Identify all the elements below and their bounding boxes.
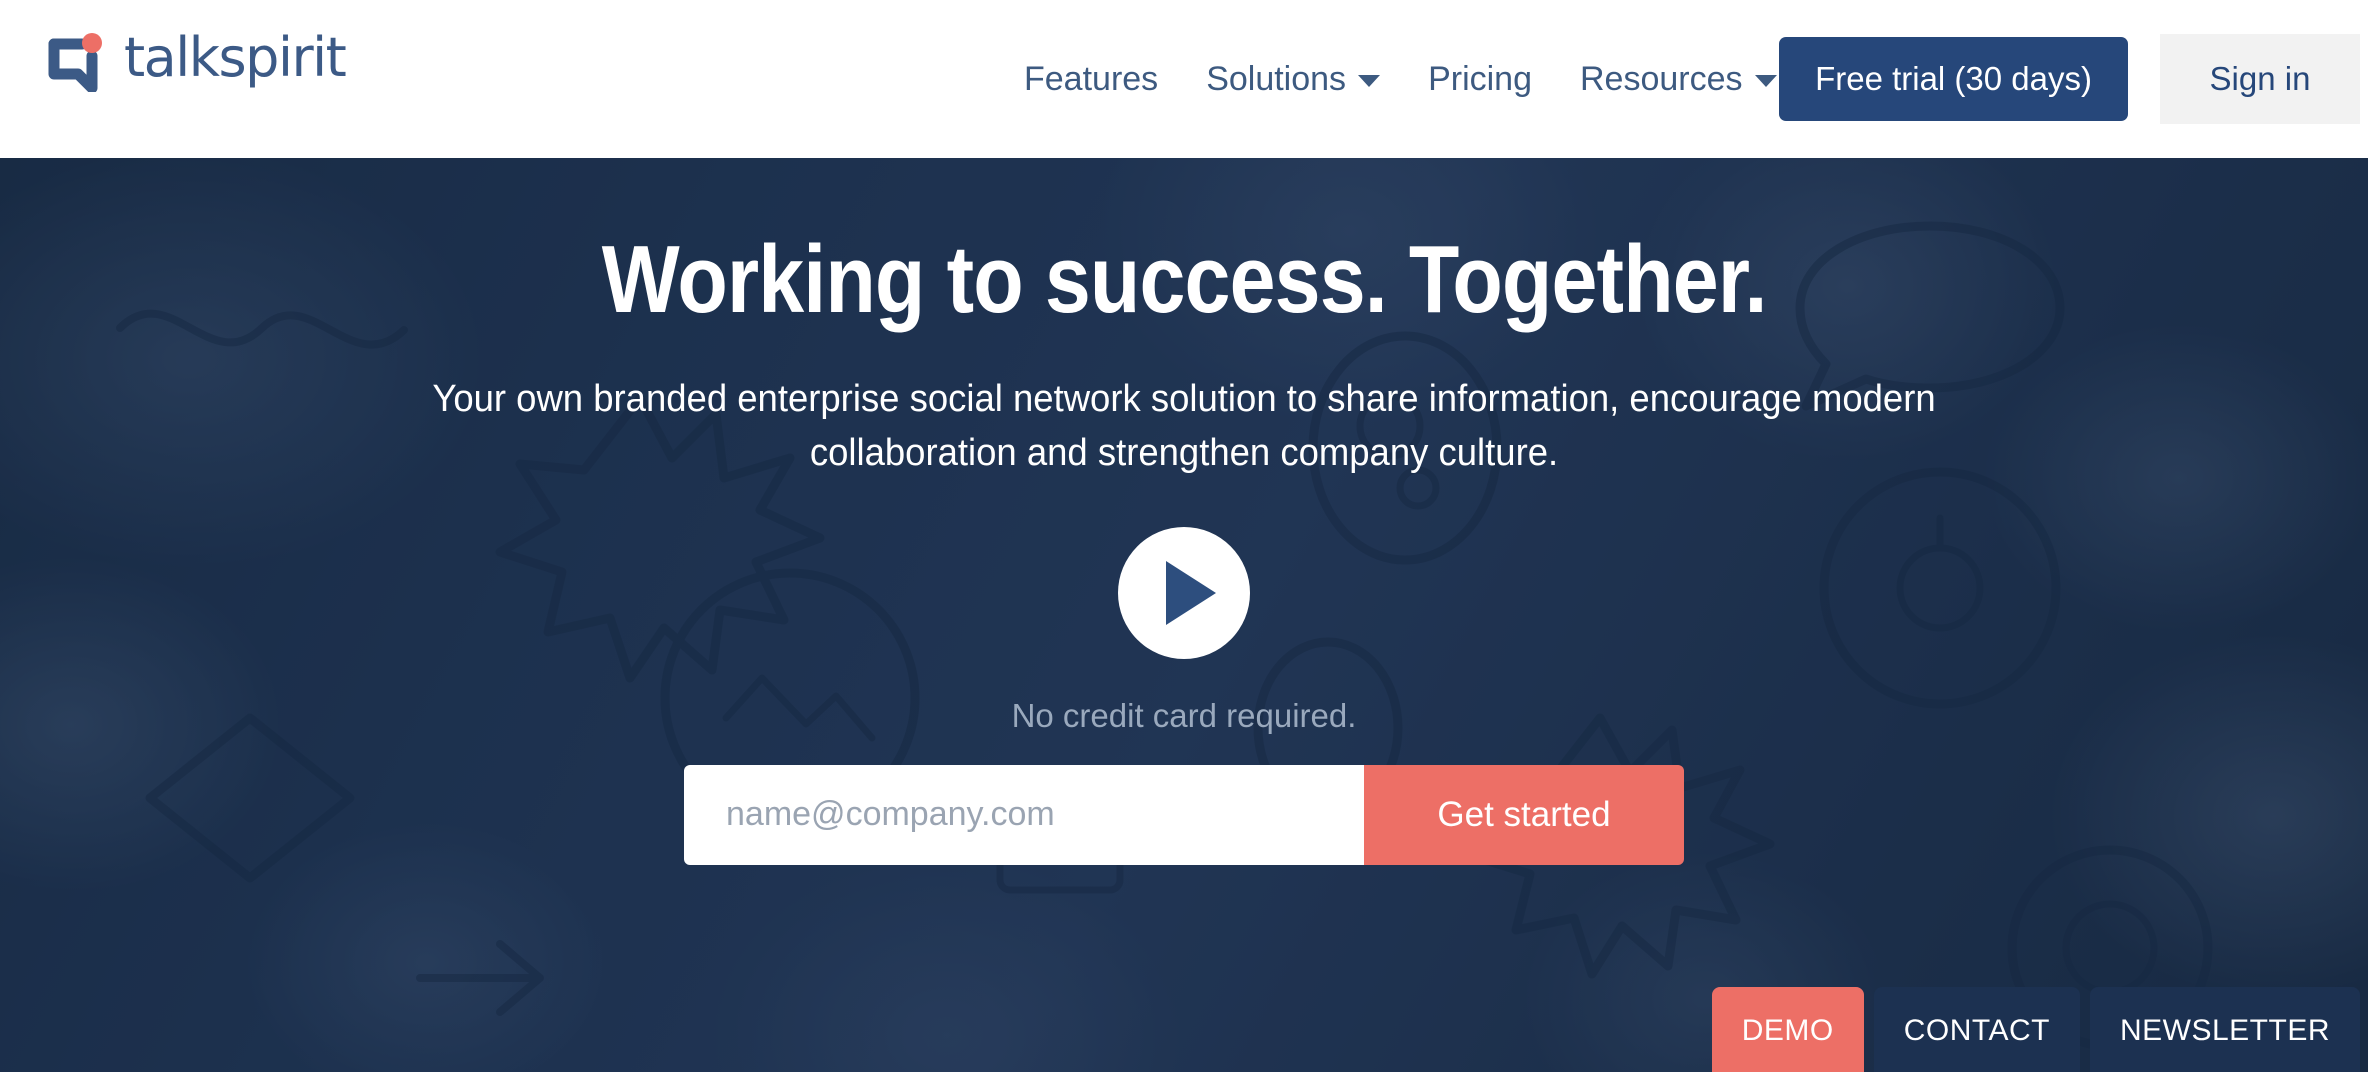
main-nav: Features Solutions Pricing Resources [1000, 0, 1801, 158]
sign-in-button[interactable]: Sign in [2160, 34, 2360, 124]
hero-title: Working to success. Together. [601, 226, 1768, 333]
tab-demo[interactable]: DEMO [1711, 987, 1864, 1072]
nav-label: Pricing [1428, 59, 1532, 98]
header-actions: Free trial (30 days) Sign in [1779, 0, 2368, 158]
page-root: talkspirit Features Solutions Pricing Re… [0, 0, 2368, 1072]
free-trial-button[interactable]: Free trial (30 days) [1779, 37, 2128, 121]
play-icon [1166, 560, 1216, 625]
hero-content: Working to success. Together. Your own b… [0, 158, 2368, 1072]
get-started-button[interactable]: Get started [1364, 764, 1684, 865]
nav-label: Features [1024, 59, 1159, 98]
nav-label: Resources [1580, 59, 1743, 98]
signup-form: Get started [684, 764, 1684, 865]
hero-subtitle: Your own branded enterprise social netwo… [432, 377, 1936, 474]
logo-text: talkspirit [124, 26, 347, 89]
nav-item-resources[interactable]: Resources [1556, 60, 1801, 99]
chevron-down-icon [1754, 75, 1777, 87]
hero-section: Working to success. Together. Your own b… [0, 158, 2368, 1072]
site-header: talkspirit Features Solutions Pricing Re… [0, 0, 2368, 158]
chevron-down-icon [1358, 75, 1381, 87]
play-video-button[interactable] [1118, 526, 1250, 659]
nav-item-solutions[interactable]: Solutions [1182, 60, 1404, 99]
tab-newsletter[interactable]: NEWSLETTER [2089, 987, 2360, 1072]
nav-label: Solutions [1206, 59, 1347, 98]
nav-item-features[interactable]: Features [1000, 60, 1182, 99]
logo[interactable]: talkspirit [44, 26, 347, 94]
speech-bubble-icon [44, 30, 108, 94]
email-input[interactable] [684, 764, 1364, 865]
nav-item-pricing[interactable]: Pricing [1404, 60, 1556, 99]
tab-contact[interactable]: CONTACT [1873, 987, 2080, 1072]
bottom-tab-bar: DEMO CONTACT NEWSLETTER [1711, 987, 2368, 1072]
no-credit-card-note: No credit card required. [1011, 696, 1357, 734]
